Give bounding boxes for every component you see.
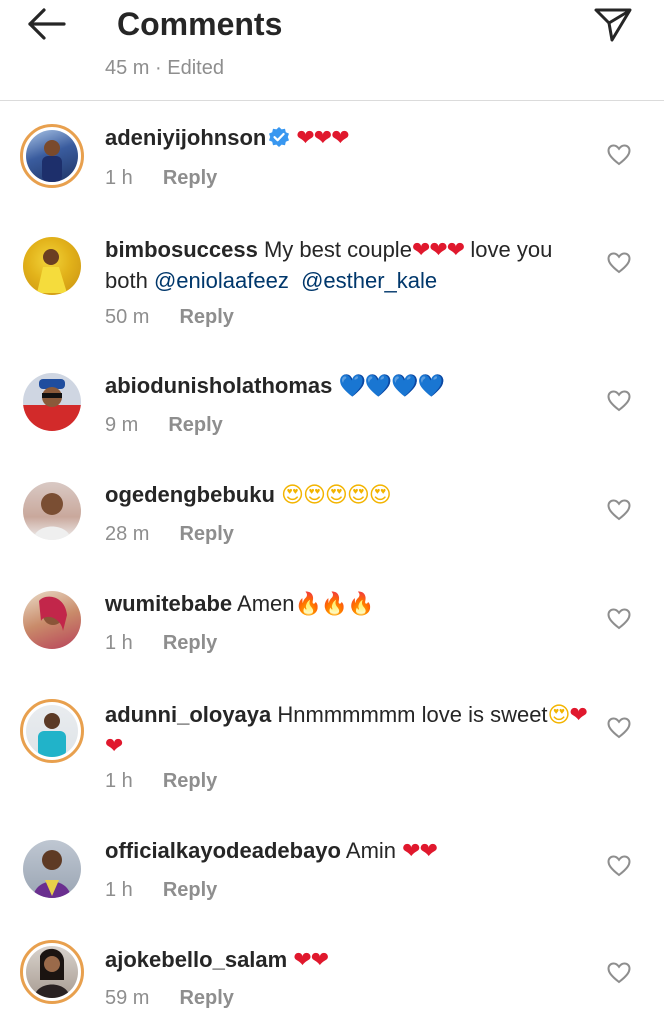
page-title: Comments — [117, 6, 283, 42]
like-heart-icon[interactable] — [606, 853, 632, 879]
mention-link[interactable]: @eniolaafeez — [154, 268, 289, 293]
comment-username[interactable]: bimbosuccess — [105, 237, 258, 262]
reply-button[interactable]: Reply — [163, 769, 217, 793]
share-button[interactable] — [592, 4, 634, 44]
reply-button[interactable]: Reply — [179, 986, 233, 1010]
arrow-left-icon — [28, 8, 66, 40]
comment-time: 9 m — [105, 414, 139, 436]
like-heart-icon[interactable] — [606, 142, 632, 168]
comment-emoji: ❤❤ — [402, 838, 438, 863]
comment-username[interactable]: abiodunisholathomas — [105, 373, 332, 398]
comment-time: 1 h — [105, 879, 133, 901]
reply-button[interactable]: Reply — [179, 522, 233, 546]
comment-username[interactable]: officialkayodeadebayo — [105, 838, 341, 863]
comment-username[interactable]: adunni_oloyaya — [105, 702, 271, 727]
like-heart-icon[interactable] — [606, 388, 632, 414]
comment-time: 50 m — [105, 306, 150, 328]
comment-emoji: 💙💙💙💙 — [338, 373, 445, 398]
previous-comment-meta: 45 m · Edited — [105, 57, 224, 79]
reply-button[interactable]: Reply — [179, 305, 233, 329]
comment-text: Amen — [237, 591, 295, 616]
avatar[interactable] — [20, 370, 84, 434]
comment-text: Hnmmmmmm love is sweet — [277, 702, 548, 727]
avatar[interactable] — [20, 588, 84, 652]
comment-time: 1 h — [105, 167, 133, 189]
comment-username[interactable]: adeniyijohnson — [105, 125, 266, 150]
avatar[interactable] — [20, 479, 84, 543]
mention-link[interactable]: @esther_kale — [301, 268, 437, 293]
avatar[interactable] — [20, 940, 84, 1004]
avatar[interactable] — [20, 234, 84, 298]
avatar[interactable] — [20, 699, 84, 763]
like-heart-icon[interactable] — [606, 250, 632, 276]
comment-emoji: ❤❤❤ — [296, 125, 349, 150]
avatar[interactable] — [20, 124, 84, 188]
comment-username[interactable]: ogedengbebuku — [105, 482, 275, 507]
comment-emoji: 😍 — [547, 702, 571, 727]
comment-time: 28 m — [105, 523, 150, 545]
comment-text: My best couple — [263, 237, 412, 262]
comment-emoji: ❤❤ — [293, 947, 329, 972]
comment-text: Amin — [345, 838, 397, 863]
like-heart-icon[interactable] — [606, 715, 632, 741]
reply-button[interactable]: Reply — [163, 878, 217, 902]
avatar[interactable] — [20, 837, 84, 901]
comment-time: 1 h — [105, 632, 133, 654]
comment-time: 59 m — [105, 987, 150, 1009]
like-heart-icon[interactable] — [606, 497, 632, 523]
like-heart-icon[interactable] — [606, 960, 632, 986]
reply-button[interactable]: Reply — [163, 631, 217, 655]
verified-badge-icon — [269, 127, 290, 147]
back-button[interactable] — [24, 4, 68, 44]
comment-time: 1 h — [105, 770, 133, 792]
comments-header: Comments 45 m · Edited — [0, 0, 664, 101]
comment-username[interactable]: ajokebello_salam — [105, 947, 287, 972]
paper-plane-icon — [594, 8, 632, 42]
comment-emoji: 😍😍😍😍😍 — [281, 482, 392, 507]
comment-emoji: ❤❤❤ — [411, 237, 465, 262]
reply-button[interactable]: Reply — [168, 413, 222, 437]
comment-emoji: 🔥🔥🔥 — [294, 591, 375, 616]
comment-username[interactable]: wumitebabe — [105, 591, 232, 616]
reply-button[interactable]: Reply — [163, 166, 217, 190]
like-heart-icon[interactable] — [606, 606, 632, 632]
